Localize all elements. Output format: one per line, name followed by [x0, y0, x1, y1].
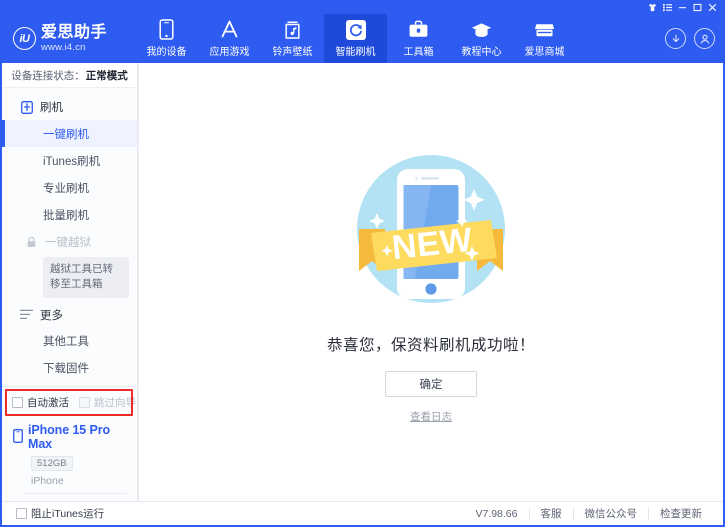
sidebar-item-label: 专业刷机: [43, 182, 89, 195]
brand-url: www.i4.cn: [41, 41, 86, 53]
sidebar-group-flash: 刷机: [2, 94, 137, 120]
menu-icon[interactable]: [660, 1, 675, 14]
nav-item-tutorial-center[interactable]: 教程中心: [450, 14, 513, 63]
jailbreak-moved-tooltip: 越狱工具已转移至工具箱: [43, 257, 129, 298]
top-navigation-bar: iU 爱思助手 www.i4.cn 我的设备 应用游戏 铃声壁纸 智能刷机 工具…: [0, 14, 725, 63]
skip-wizard-checkbox[interactable]: 跳过向导: [79, 395, 136, 410]
sidebar-item-other-tools[interactable]: 其他工具: [2, 328, 137, 355]
title-bar: [0, 0, 725, 14]
block-itunes-label: 阻止iTunes运行: [31, 508, 105, 520]
wechat-official-link[interactable]: 微信公众号: [572, 507, 649, 520]
sidebar-item-pro-flash[interactable]: 专业刷机: [2, 174, 137, 201]
minimize-button[interactable]: [675, 1, 690, 14]
body-area: 设备连接状态： 正常模式 刷机 一键刷机 iTunes刷机 专业刷机 批量刷机 …: [2, 63, 723, 501]
device-connection-status: 设备连接状态： 正常模式: [2, 63, 137, 89]
nav-items: 我的设备 应用游戏 铃声壁纸 智能刷机 工具箱 教程中心 爱思商城: [135, 14, 576, 63]
auto-activate-label: 自动激活: [27, 397, 69, 409]
block-itunes-checkbox[interactable]: 阻止iTunes运行: [16, 506, 104, 521]
device-connection-status-label: 设备连接状态：: [11, 69, 85, 82]
skip-wizard-label: 跳过向导: [94, 397, 136, 409]
sidebar-item-itunes-flash[interactable]: iTunes刷机: [2, 147, 137, 174]
sidebar-item-label: 批量刷机: [43, 209, 89, 222]
sidebar-item-one-click-flash[interactable]: 一键刷机: [2, 120, 137, 148]
connected-device-info[interactable]: iPhone 15 Pro Max 512GB iPhone: [2, 418, 137, 501]
device-capacity-badge: 512GB: [31, 456, 73, 471]
nav-label: 我的设备: [146, 47, 187, 58]
nav-right-actions: [665, 14, 715, 63]
maximize-button[interactable]: [690, 1, 705, 14]
nav-label: 教程中心: [461, 47, 502, 58]
flash-device-icon: [20, 100, 33, 114]
new-phone-badge-illustration: NEW: [341, 141, 521, 321]
check-update-link[interactable]: 检查更新: [648, 507, 713, 520]
account-icon[interactable]: [694, 28, 715, 49]
nav-item-ringtones-wallpapers[interactable]: 铃声壁纸: [261, 14, 324, 63]
nav-item-store[interactable]: 爱思商城: [513, 14, 576, 63]
store-icon: [534, 19, 555, 40]
sidebar-group-label: 刷机: [40, 102, 63, 115]
sidebar-item-download-firmware[interactable]: 下载固件: [2, 355, 137, 382]
checkbox-box: [79, 397, 90, 408]
phone-icon: [13, 428, 23, 446]
close-button[interactable]: [705, 1, 720, 14]
lock-icon: [25, 235, 38, 248]
checkbox-box: [12, 397, 23, 408]
sidebar-item-label: 一键越狱: [45, 236, 91, 249]
success-message: 恭喜您，保资料刷机成功啦！: [326, 336, 535, 354]
main-content: NEW 恭喜您，保资料刷机成功啦！ 确定 查看日志: [138, 63, 723, 501]
device-name-row: iPhone 15 Pro Max: [13, 423, 137, 451]
graduation-cap-icon: [471, 19, 492, 40]
device-name: iPhone 15 Pro Max: [28, 423, 111, 451]
sidebar-item-one-click-jailbreak: 一键越狱: [2, 228, 137, 255]
refresh-icon: [345, 19, 366, 40]
download-icon[interactable]: [665, 28, 686, 49]
device-connection-status-value: 正常模式: [85, 69, 128, 82]
list-icon: [20, 308, 33, 321]
checkbox-box: [16, 508, 27, 519]
nav-label: 爱思商城: [524, 47, 565, 58]
nav-item-my-device[interactable]: 我的设备: [135, 14, 198, 63]
device-type: iPhone: [31, 475, 64, 487]
toolbox-icon: [408, 19, 429, 40]
sidebar-group-label: 更多: [40, 309, 63, 322]
customer-service-link[interactable]: 客服: [528, 507, 573, 520]
view-log-link[interactable]: 查看日志: [410, 409, 452, 424]
brand-name: 爱思助手: [41, 23, 108, 41]
nav-item-apps-games[interactable]: 应用游戏: [198, 14, 261, 63]
music-icon: [282, 19, 303, 40]
phone-icon: [156, 19, 177, 40]
status-bar: 阻止iTunes运行 V7.98.66 客服 微信公众号 检查更新: [2, 501, 723, 525]
app-window: iU 爱思助手 www.i4.cn 我的设备 应用游戏 铃声壁纸 智能刷机 工具…: [0, 0, 725, 527]
skin-icon[interactable]: [645, 1, 660, 14]
nav-label: 铃声壁纸: [272, 47, 313, 58]
sidebar-group-more: 更多: [2, 302, 137, 328]
brand-mark-icon: iU: [13, 27, 36, 50]
sidebar-item-label: 下载固件: [43, 363, 89, 376]
nav-label: 工具箱: [403, 47, 434, 58]
nav-label: 应用游戏: [209, 47, 250, 58]
confirm-button[interactable]: 确定: [385, 370, 477, 397]
flash-options-row: 自动激活 跳过向导: [2, 386, 137, 418]
auto-activate-checkbox[interactable]: 自动激活: [12, 395, 69, 410]
sidebar-item-label: 其他工具: [43, 336, 89, 349]
nav-label: 智能刷机: [335, 47, 376, 58]
nav-item-toolbox[interactable]: 工具箱: [387, 14, 450, 63]
appstore-icon: [219, 19, 240, 40]
sidebar-item-label: 一键刷机: [43, 128, 89, 141]
sidebar: 设备连接状态： 正常模式 刷机 一键刷机 iTunes刷机 专业刷机 批量刷机 …: [2, 63, 138, 501]
divider: [23, 493, 127, 494]
app-version: V7.98.66: [475, 507, 518, 520]
sidebar-item-label: iTunes刷机: [43, 155, 101, 168]
brand-logo: iU 爱思助手 www.i4.cn: [0, 14, 135, 63]
sidebar-menu: 刷机 一键刷机 iTunes刷机 专业刷机 批量刷机 一键越狱 越狱工具已转移至…: [2, 88, 137, 386]
nav-item-smart-flash[interactable]: 智能刷机: [324, 14, 387, 63]
sidebar-bottom: 自动激活 跳过向导 iPhone 15 Pro Max 512GB iPhone: [2, 386, 137, 501]
sidebar-item-batch-flash[interactable]: 批量刷机: [2, 201, 137, 228]
